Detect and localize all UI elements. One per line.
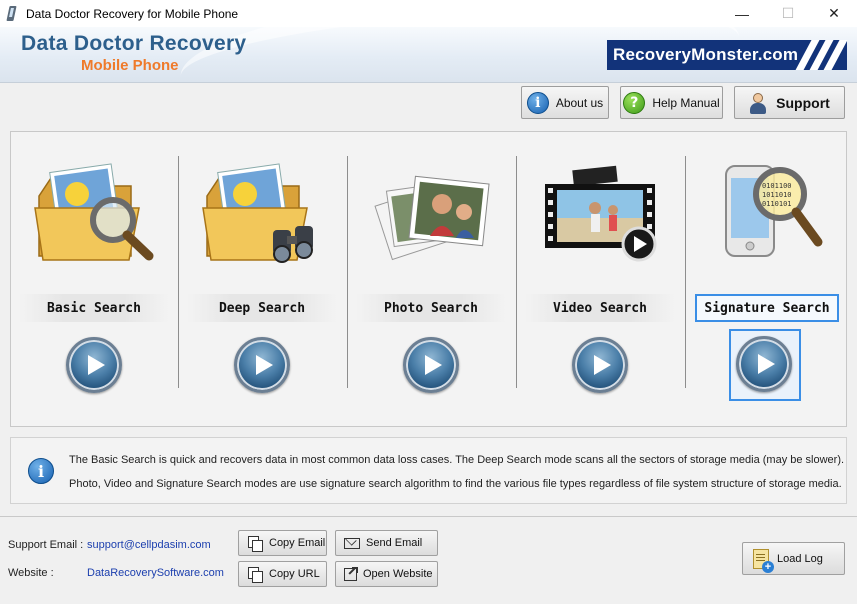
svg-text:0110101: 0110101 — [762, 200, 792, 208]
website-label: Website : — [8, 567, 54, 579]
copy-url-button[interactable]: Copy URL — [238, 561, 327, 587]
signature-search-play-focus — [729, 329, 801, 401]
signature-search-play-button[interactable] — [736, 336, 792, 392]
minimize-button[interactable]: — — [719, 0, 765, 27]
info-icon: i — [28, 458, 54, 484]
about-us-button[interactable]: i About us — [521, 86, 609, 119]
footer-separator — [0, 516, 857, 517]
phone-magnifier-icon: 0101100 1011010 0110101 — [725, 165, 823, 257]
photo-search-play-button[interactable] — [403, 337, 459, 393]
send-email-button[interactable]: Send Email — [335, 530, 438, 556]
window-controls: — ☐ ✕ — [719, 0, 857, 27]
brand-subtitle: Mobile Phone — [81, 57, 179, 74]
support-label: Support — [776, 94, 830, 111]
info-panel: i The Basic Search is quick and recovers… — [10, 437, 847, 504]
video-search-play-button[interactable] — [572, 337, 628, 393]
search-mode-panel: Basic Search Deep Search Photo Search Vi… — [10, 131, 847, 427]
basic-search-label[interactable]: Basic Search — [19, 294, 169, 322]
website-link[interactable]: DataRecoverySoftware.com — [87, 567, 224, 579]
svg-text:1011010: 1011010 — [762, 191, 792, 199]
video-search-label[interactable]: Video Search — [525, 294, 675, 322]
play-icon — [758, 354, 775, 374]
play-icon — [256, 355, 273, 375]
open-website-label: Open Website — [363, 568, 433, 580]
search-mode-basic: Basic Search — [11, 132, 177, 428]
maximize-button[interactable]: ☐ — [765, 0, 811, 27]
brand-title: Data Doctor Recovery — [21, 32, 247, 55]
copy-email-button[interactable]: Copy Email — [238, 530, 327, 556]
window-title: Data Doctor Recovery for Mobile Phone — [26, 6, 239, 21]
title-bar: Data Doctor Recovery for Mobile Phone — … — [0, 0, 857, 27]
logo-text: RecoveryMonster.com — [613, 45, 799, 64]
info-icon: i — [526, 91, 549, 114]
search-mode-deep: Deep Search — [179, 132, 345, 428]
play-icon — [594, 355, 611, 375]
folder-binoculars-icon — [202, 163, 313, 263]
search-mode-signature: 0101100 1011010 0110101 Signature Search — [682, 132, 848, 428]
load-log-button[interactable]: Load Log — [742, 542, 845, 575]
open-website-button[interactable]: Open Website — [335, 561, 438, 587]
video-filmstrip-icon — [545, 165, 657, 262]
log-file-icon — [753, 548, 774, 573]
close-button[interactable]: ✕ — [811, 0, 857, 27]
load-log-label: Load Log — [777, 552, 823, 565]
search-mode-video: Video Search — [517, 132, 683, 428]
support-email-link[interactable]: support@cellpdasim.com — [87, 539, 211, 551]
search-mode-photo: Photo Search — [348, 132, 514, 428]
send-email-label: Send Email — [366, 537, 423, 549]
folder-magnifier-icon — [34, 163, 154, 261]
deep-search-label[interactable]: Deep Search — [187, 294, 337, 322]
help-manual-label: Help Manual — [652, 95, 720, 110]
info-text-line1: The Basic Search is quick and recovers d… — [69, 454, 845, 466]
deep-search-play-button[interactable] — [234, 337, 290, 393]
copy-icon — [247, 566, 263, 583]
about-us-label: About us — [555, 95, 604, 110]
photo-stack-icon — [374, 175, 490, 261]
support-button[interactable]: Support — [734, 86, 845, 119]
signature-search-label[interactable]: Signature Search — [695, 294, 839, 322]
help-icon: ? — [623, 91, 646, 114]
copy-email-label: Copy Email — [269, 537, 326, 549]
support-email-label: Support Email : — [8, 539, 84, 551]
info-text-line2: Photo, Video and Signature Search modes … — [69, 478, 842, 490]
photo-search-label[interactable]: Photo Search — [356, 294, 506, 322]
external-link-icon — [344, 566, 358, 581]
mail-icon — [344, 538, 360, 549]
help-manual-button[interactable]: ? Help Manual — [620, 86, 723, 119]
svg-text:0101100: 0101100 — [762, 182, 792, 190]
basic-search-play-button[interactable] — [66, 337, 122, 393]
play-icon — [88, 355, 105, 375]
copy-icon — [247, 535, 263, 552]
header-banner: Data Doctor Recovery Mobile Phone Recove… — [0, 27, 857, 83]
play-icon — [425, 355, 442, 375]
app-icon — [6, 6, 18, 22]
support-person-icon — [749, 92, 767, 114]
copy-url-label: Copy URL — [269, 568, 320, 580]
recoverymonster-logo: RecoveryMonster.com — [607, 40, 847, 70]
